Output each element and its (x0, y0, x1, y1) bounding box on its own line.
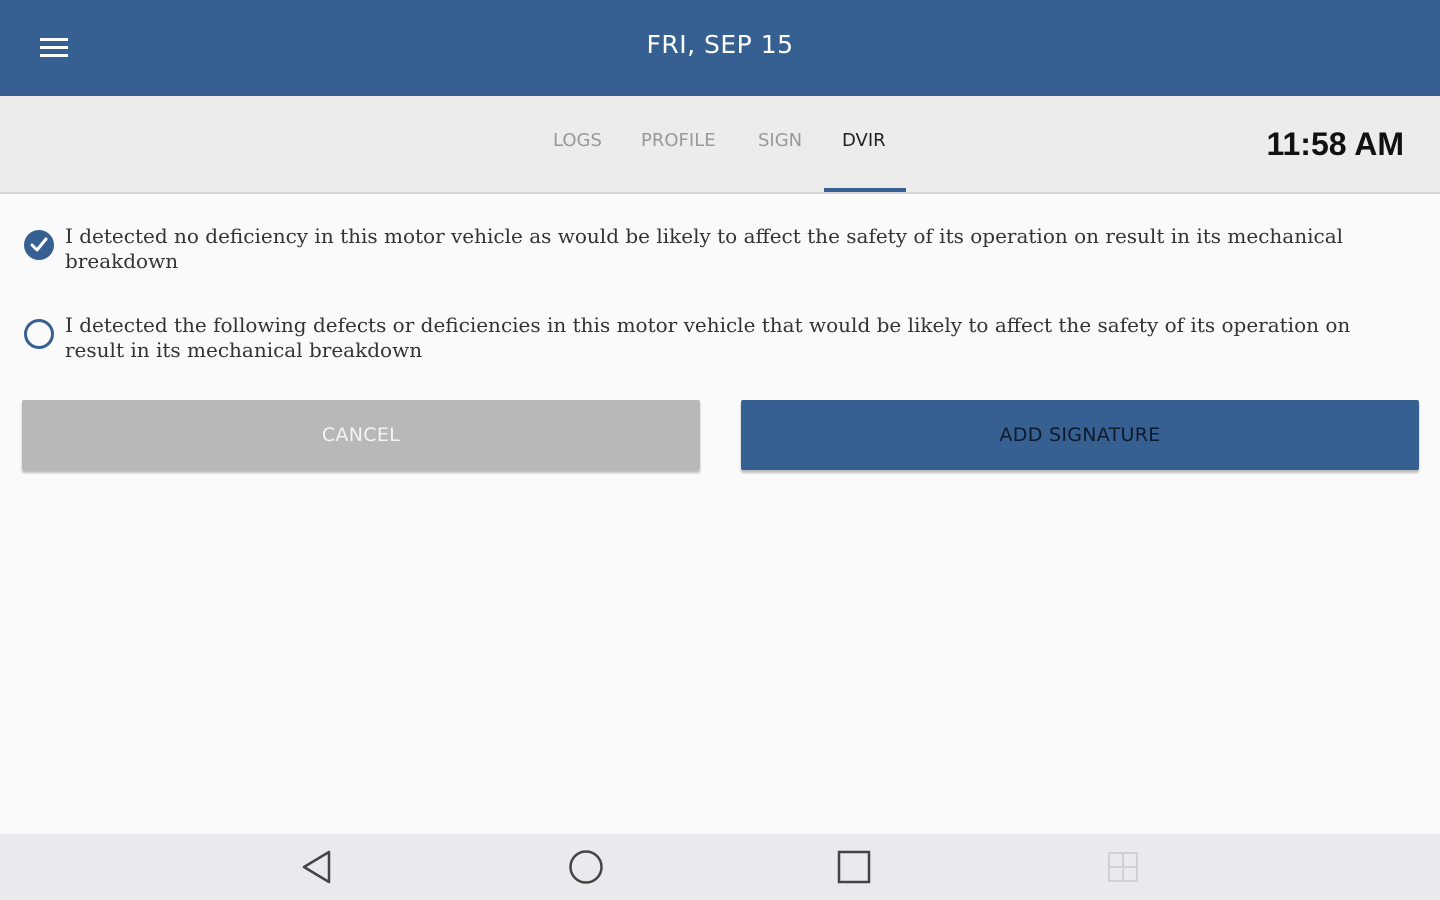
tab-logs[interactable]: LOGS (553, 130, 602, 151)
app-bar: FRI, SEP 15 (0, 0, 1440, 96)
option-defects-found-label: I detected the following defects or defi… (65, 313, 1351, 362)
tab-profile[interactable]: PROFILE (641, 130, 716, 151)
tab-dvir[interactable]: DVIR (842, 130, 886, 151)
tab-sign[interactable]: SIGN (758, 130, 802, 151)
clock: 11:58 AM (1266, 126, 1404, 162)
home-icon[interactable] (566, 847, 606, 887)
back-icon[interactable] (298, 847, 338, 887)
option-no-defects-label: I detected no deficiency in this motor v… (65, 224, 1344, 273)
add-signature-button[interactable]: ADD SIGNATURE (741, 400, 1419, 470)
radio-unchecked-icon[interactable] (24, 319, 54, 349)
page-title: FRI, SEP 15 (646, 30, 794, 59)
system-nav-bar (0, 834, 1440, 900)
cancel-button[interactable]: CANCEL (22, 400, 700, 470)
tab-bar: LOGS PROFILE SIGN DVIR 11:58 AM (0, 96, 1440, 194)
active-tab-indicator (824, 188, 906, 192)
recents-icon[interactable] (834, 847, 874, 887)
radio-checked-icon[interactable] (24, 230, 54, 260)
multiwindow-icon[interactable] (1103, 847, 1143, 887)
